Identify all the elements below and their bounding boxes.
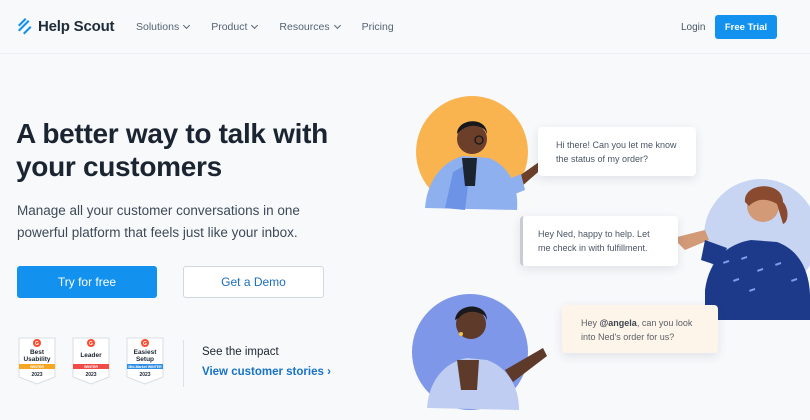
free-trial-button[interactable]: Free Trial <box>715 15 777 39</box>
svg-text:G: G <box>35 341 39 347</box>
chat-bubble-customer: Hi there! Can you let me know the status… <box>538 127 696 176</box>
g2-badge-best-usability: G Best Usability WINTER 2023 <box>17 337 57 385</box>
hero-subtext: Manage all your customer conversations i… <box>17 203 300 240</box>
helpscout-logo-icon <box>18 18 32 35</box>
badge-year: 2023 <box>31 372 43 378</box>
nav-item-label: Solutions <box>136 21 180 33</box>
badge-season: Mid-Market WINTER <box>128 365 162 369</box>
nav-item-product[interactable]: Product <box>211 21 259 33</box>
mention-tag: @angela <box>599 318 637 328</box>
svg-text:G: G <box>89 341 93 347</box>
svg-text:G: G <box>143 341 147 347</box>
bubble-text-start: Hey <box>581 318 600 328</box>
chevron-down-icon <box>333 21 341 30</box>
badge-title: Best Usability <box>23 349 51 363</box>
hero-illustration: Hi there! Can you let me know the status… <box>405 90 810 420</box>
nav-item-label: Product <box>211 21 248 33</box>
badge-year: 2023 <box>139 372 151 378</box>
brand-logo-link[interactable]: Help Scout <box>16 17 115 35</box>
divider <box>183 340 184 387</box>
impact-label: See the impact <box>202 346 279 358</box>
hero-headline: A better way to talk with your customers <box>16 118 328 182</box>
badge-season: WINTER <box>30 365 44 369</box>
teammate-avatar-illustration <box>412 294 547 410</box>
nav-item-label: Pricing <box>361 21 394 33</box>
login-link[interactable]: Login <box>681 22 705 33</box>
customer-avatar-illustration <box>416 96 545 210</box>
nav-item-resources[interactable]: Resources <box>279 21 341 33</box>
get-a-demo-button[interactable]: Get a Demo <box>183 266 324 298</box>
g2-badge-easiest-setup: G Easiest Setup Mid-Market WINTER 2023 <box>125 337 165 385</box>
badge-title: Easiest Setup <box>133 349 157 363</box>
chevron-down-icon <box>251 21 259 30</box>
agent-avatar-illustration <box>673 179 810 320</box>
try-for-free-button[interactable]: Try for free <box>17 266 157 298</box>
nav-item-solutions[interactable]: Solutions <box>136 21 191 33</box>
nav-item-label: Resources <box>279 21 330 33</box>
chat-bubble-internal-note: Hey @angela, can you look into Ned's ord… <box>562 305 718 353</box>
top-navigation-bar: Help Scout Solutions Product Resources P… <box>0 0 810 54</box>
g2-badges: G Best Usability WINTER 2023 G Leader WI… <box>17 337 165 385</box>
brand-name: Help Scout <box>38 17 115 35</box>
badge-year: 2023 <box>85 372 97 378</box>
main-nav: Solutions Product Resources Pricing <box>136 21 394 33</box>
chat-bubble-agent: Hey Ned, happy to help. Let me check in … <box>520 216 678 266</box>
badge-season: WINTER <box>84 365 98 369</box>
customer-stories-link[interactable]: View customer stories › <box>202 366 331 378</box>
badge-title: Leader <box>80 352 102 359</box>
nav-item-pricing[interactable]: Pricing <box>362 21 394 33</box>
g2-badge-leader: G Leader WINTER 2023 <box>71 337 111 385</box>
chevron-down-icon <box>183 21 191 30</box>
